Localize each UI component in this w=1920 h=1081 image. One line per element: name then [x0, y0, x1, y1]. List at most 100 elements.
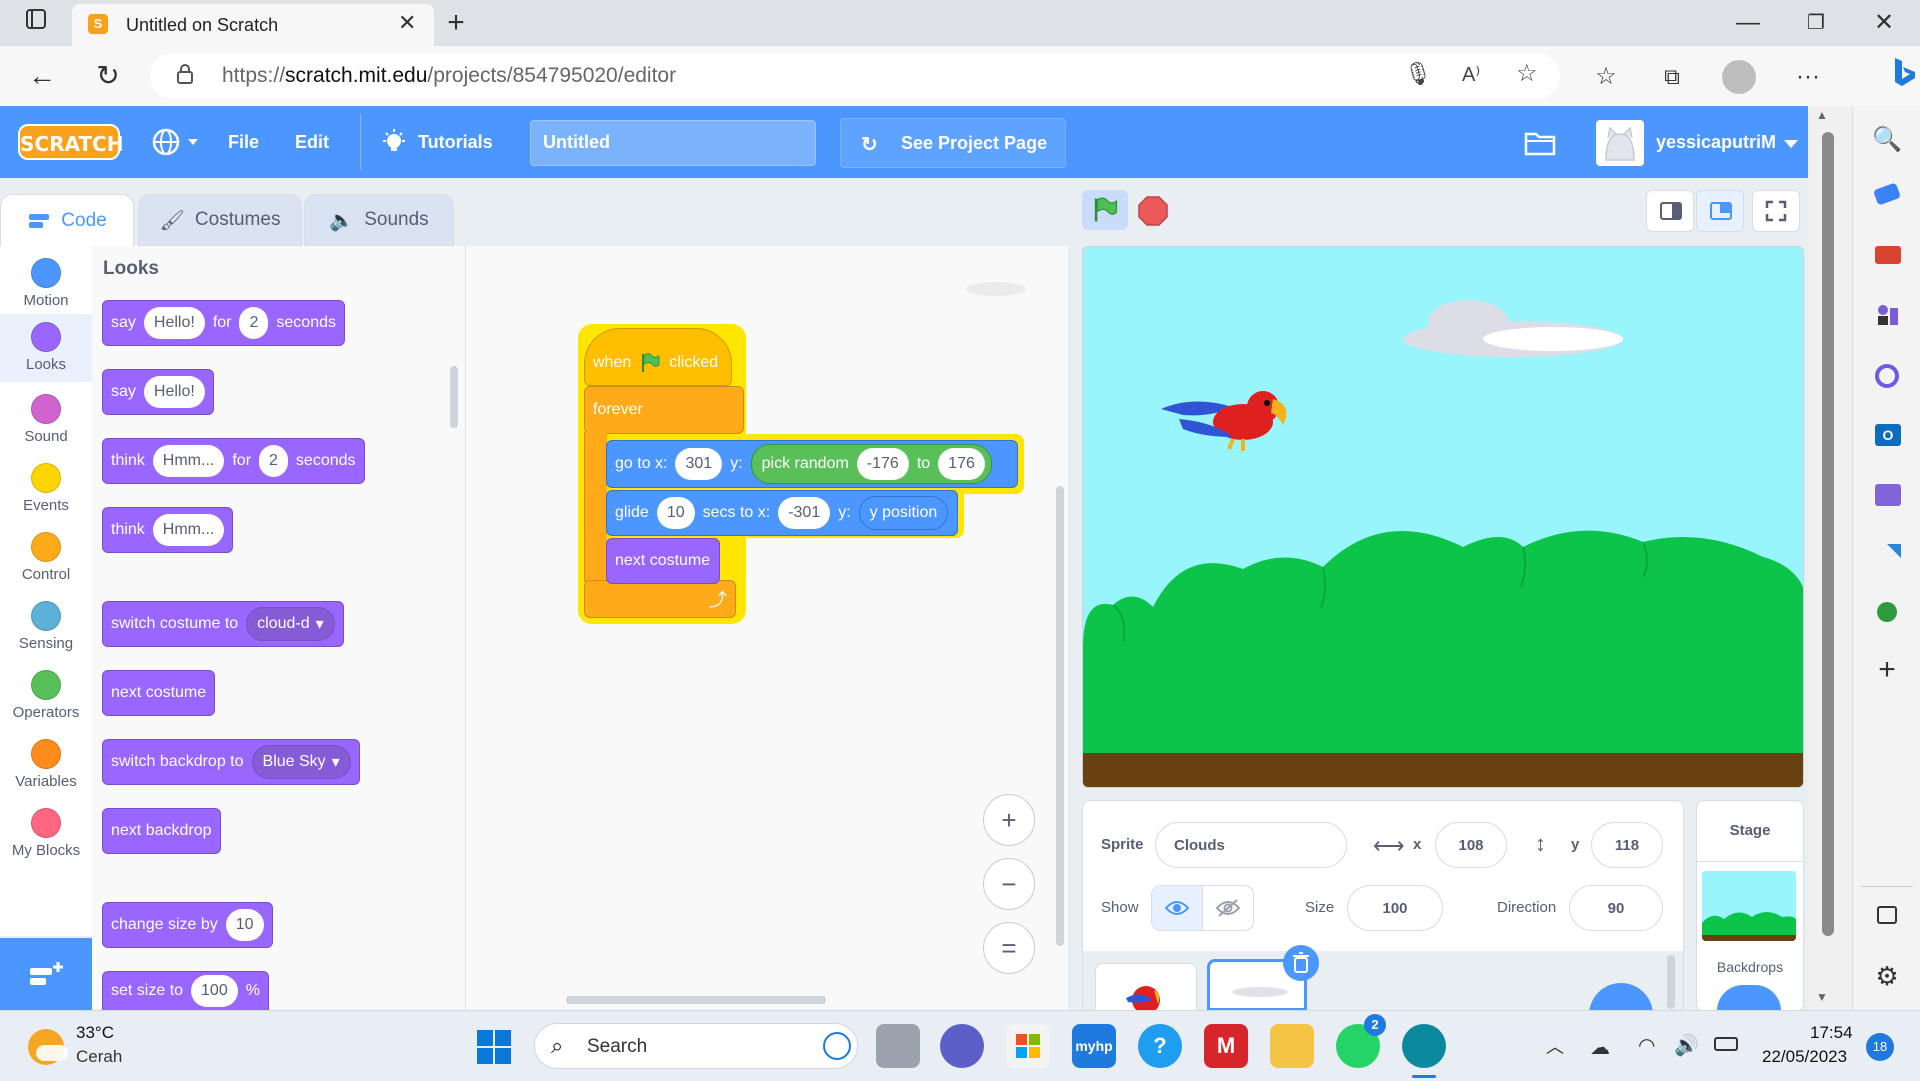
whatsapp-icon[interactable]: 2 [1336, 1014, 1386, 1068]
sidebar-search-icon[interactable]: 🔍 [1867, 120, 1907, 160]
category-sound[interactable]: Sound [0, 386, 92, 454]
category-operators[interactable]: Operators [0, 662, 92, 730]
user-menu-caret-icon[interactable] [1784, 140, 1798, 148]
sidebar-toggle-icon[interactable] [1877, 906, 1897, 924]
mic-blocked-icon[interactable]: 🎙 [1404, 61, 1432, 87]
switch-costume-block[interactable]: switch costume to cloud-d ▾ [102, 601, 344, 647]
browser-tab[interactable]: S Untitled on Scratch ✕ [72, 4, 434, 46]
wifi-icon[interactable]: ◠ [1638, 1033, 1655, 1058]
new-tab-icon[interactable]: + [436, 3, 476, 43]
say-for-secs-block[interactable]: say Hello! for 2 seconds [102, 300, 345, 346]
zoom-reset-button[interactable]: = [983, 922, 1035, 974]
sprite-list-scrollbar[interactable] [1667, 955, 1675, 1009]
profile-avatar[interactable] [1722, 60, 1756, 94]
volume-icon[interactable]: 🔊 [1674, 1033, 1699, 1058]
scratch-logo[interactable]: SCRATCH [18, 124, 123, 160]
notification-count-badge[interactable]: 18 [1866, 1033, 1894, 1061]
tab-sounds[interactable]: 🔈 Sounds [304, 194, 454, 246]
project-title-input[interactable]: Untitled [530, 120, 816, 166]
size-input[interactable]: 100 [1347, 885, 1443, 931]
myhp-icon[interactable]: myhp [1072, 1024, 1116, 1068]
bird-sprite[interactable] [1161, 391, 1287, 451]
minimize-icon[interactable]: — [1728, 3, 1768, 43]
restore-icon[interactable]: ❐ [1796, 3, 1836, 43]
username[interactable]: yessicaputriM [1656, 132, 1776, 153]
refresh-icon[interactable]: ↻ [88, 56, 128, 96]
weather-sun-icon[interactable] [28, 1029, 68, 1065]
y-position-input[interactable]: 118 [1591, 822, 1663, 868]
scroll-down-icon[interactable]: ▼ [1816, 990, 1828, 1004]
collections-icon[interactable]: ⧉ [1652, 57, 1692, 97]
battery-icon[interactable] [1714, 1037, 1738, 1051]
seconds-input[interactable]: 2 [239, 307, 269, 339]
category-variables[interactable]: Variables [0, 731, 92, 799]
mcafee-icon[interactable]: M [1204, 1024, 1248, 1068]
task-view-icon[interactable] [876, 1024, 920, 1068]
category-my-blocks[interactable]: My Blocks [0, 800, 92, 868]
zoom-out-button[interactable]: − [983, 858, 1035, 910]
windows-start-icon[interactable] [476, 1029, 512, 1070]
tree-icon[interactable] [1877, 602, 1897, 622]
fullscreen-button[interactable] [1752, 190, 1800, 232]
say-block[interactable]: say Hello! [102, 369, 214, 415]
stage-selector-panel[interactable]: Stage Backdrops [1696, 800, 1804, 1012]
set-size-block[interactable]: set size to 100 % [102, 971, 269, 1011]
more-options-icon[interactable]: ··· [1788, 57, 1828, 97]
settings-gear-icon[interactable]: ⚙ [1867, 956, 1907, 996]
help-icon[interactable]: ? [1138, 1024, 1182, 1068]
cloud-sprite[interactable] [1403, 300, 1623, 357]
y-position-reporter[interactable]: y position [858, 496, 949, 530]
taskbar-search-box[interactable]: ⌕ Search [534, 1023, 858, 1069]
message-input[interactable]: Hello! [143, 376, 205, 408]
read-aloud-icon[interactable]: A⁾ [1462, 62, 1480, 87]
add-extension-button[interactable] [0, 938, 92, 1010]
costume-dropdown[interactable]: cloud-d ▾ [246, 607, 335, 641]
back-icon[interactable]: ← [22, 56, 62, 96]
microsoft-365-icon[interactable] [1875, 364, 1899, 388]
file-menu[interactable]: File [228, 132, 259, 153]
tutorials-menu[interactable]: Tutorials [418, 132, 493, 153]
think-block[interactable]: think Hmm... [102, 507, 234, 553]
shopping-tag-icon[interactable] [1872, 182, 1902, 206]
category-looks[interactable]: Looks [0, 314, 92, 382]
x-input[interactable]: 301 [675, 448, 723, 480]
when-flag-clicked-block[interactable]: when clicked [584, 328, 732, 386]
scroll-up-icon[interactable]: ▲ [1816, 108, 1828, 122]
show-visible-button[interactable] [1151, 885, 1203, 931]
clock-time[interactable]: 17:54 [1810, 1023, 1853, 1043]
size-change-input[interactable]: 10 [225, 909, 264, 941]
go-to-xy-block[interactable]: go to x: 301 y: pick random -176 to 176 [606, 440, 1018, 488]
direction-input[interactable]: 90 [1569, 885, 1663, 931]
bing-icon[interactable] [1888, 56, 1920, 96]
add-sidebar-app-icon[interactable]: + [1867, 650, 1907, 690]
drop-send-icon[interactable] [1873, 544, 1901, 558]
forever-block[interactable]: forever [584, 386, 744, 434]
message-input[interactable]: Hmm... [152, 445, 225, 477]
palette-scrollbar[interactable] [450, 366, 458, 428]
my-stuff-folder-icon[interactable] [1524, 130, 1556, 161]
message-input[interactable]: Hello! [143, 307, 205, 339]
script-workspace[interactable]: when clicked forever ⤴ go to x: 301 y: p… [466, 246, 1068, 1010]
glide-x-input[interactable]: -301 [778, 497, 831, 529]
show-hidden-button[interactable] [1202, 885, 1254, 931]
think-for-secs-block[interactable]: think Hmm... for 2 seconds [102, 438, 365, 484]
scroll-thumb[interactable] [1822, 132, 1834, 936]
close-window-icon[interactable]: ✕ [1864, 3, 1904, 43]
teams-chat-icon[interactable] [940, 1024, 984, 1068]
edge-browser-icon[interactable] [1402, 1024, 1446, 1068]
url-field[interactable]: https://scratch.mit.edu/projects/8547950… [150, 53, 1560, 99]
category-control[interactable]: Control [0, 524, 92, 592]
close-tab-icon[interactable]: ✕ [398, 10, 416, 36]
random-from-input[interactable]: -176 [856, 448, 909, 480]
category-motion[interactable]: Motion [0, 250, 92, 318]
microsoft-store-icon[interactable] [1006, 1024, 1050, 1068]
backdrop-dropdown[interactable]: Blue Sky ▾ [251, 745, 351, 779]
zoom-in-button[interactable]: + [983, 794, 1035, 846]
category-events[interactable]: Events [0, 455, 92, 523]
show-hidden-icons-chevron[interactable]: ︿ [1546, 1033, 1564, 1059]
normal-stage-button[interactable] [1696, 190, 1744, 232]
edit-menu[interactable]: Edit [295, 132, 329, 153]
see-project-page-button[interactable]: ↻ See Project Page [840, 118, 1066, 168]
stop-button[interactable] [1130, 190, 1176, 230]
add-favorite-icon[interactable]: ☆ [1516, 59, 1538, 88]
